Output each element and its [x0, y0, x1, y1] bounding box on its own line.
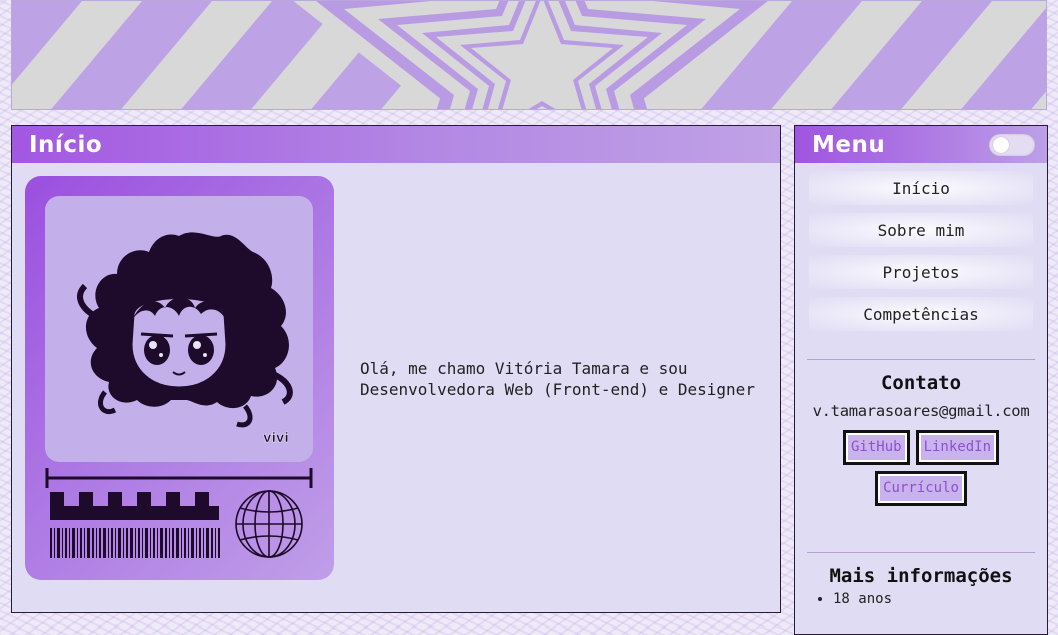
contact-section: Contato v.tamarasoares@gmail.com GitHub …	[795, 372, 1047, 506]
theme-toggle[interactable]	[989, 133, 1035, 156]
linkedin-button[interactable]: LinkedIn	[915, 430, 999, 465]
contact-email[interactable]: v.tamarasoares@gmail.com	[795, 402, 1047, 420]
card-decorations	[45, 468, 313, 558]
more-info-list: 18 anos	[795, 591, 1047, 607]
toggle-knob	[993, 136, 1009, 153]
menu-nav: Início Sobre mim Projetos Competências	[795, 163, 1047, 331]
divider	[807, 359, 1035, 360]
checker-pattern	[50, 492, 219, 520]
menu-title: Menu	[812, 131, 886, 158]
avatar-illustration: vivi	[45, 196, 313, 462]
nav-item-inicio[interactable]: Início	[809, 171, 1033, 205]
profile-card: vivi	[25, 176, 334, 580]
signature-text: vivi	[263, 431, 289, 446]
curriculo-button[interactable]: Currículo	[875, 471, 967, 506]
home-panel: Início vivi Olá, me chamo Vitória Tamara…	[11, 125, 781, 613]
more-info-section: Mais informações 18 anos	[795, 565, 1047, 607]
menu-panel-header: Menu	[795, 126, 1047, 163]
avatar-drawing: vivi	[77, 232, 293, 446]
nav-item-projetos[interactable]: Projetos	[809, 255, 1033, 289]
home-panel-header: Início	[12, 126, 780, 163]
intro-text: Olá, me chamo Vitória Tamara e sou Desen…	[360, 359, 755, 399]
more-info-title: Mais informações	[829, 565, 1013, 587]
menu-panel: Menu Início Sobre mim Projetos Competênc…	[794, 125, 1048, 635]
header-banner	[11, 0, 1047, 110]
globe-icon	[235, 490, 303, 558]
list-item: 18 anos	[833, 591, 1047, 607]
panel-title: Início	[29, 131, 103, 158]
star-banner-graphic	[12, 1, 1046, 109]
nav-item-sobre-mim[interactable]: Sobre mim	[809, 213, 1033, 247]
contact-title: Contato	[880, 372, 962, 394]
github-button[interactable]: GitHub	[842, 430, 910, 465]
divider	[807, 552, 1035, 553]
nav-item-competencias[interactable]: Competências	[809, 297, 1033, 331]
barcode-icon	[50, 528, 220, 558]
